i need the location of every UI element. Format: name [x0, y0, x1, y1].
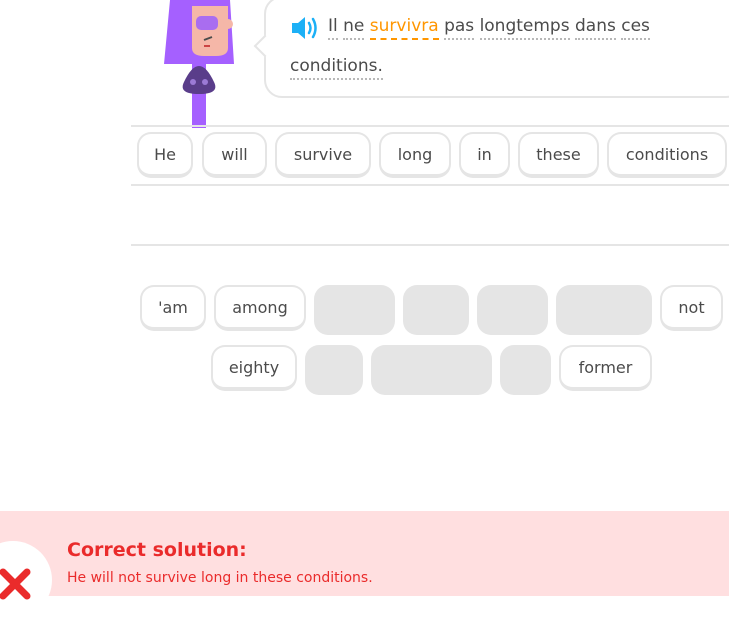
- word-bank-empty-slot: [314, 285, 395, 335]
- feedback-solution-text: He will not survive long in these condit…: [67, 570, 373, 586]
- answer-tile[interactable]: will: [202, 132, 267, 178]
- word-bank-empty-slot: [403, 285, 469, 335]
- word-bank-tile[interactable]: eighty: [211, 345, 297, 391]
- word-bank-empty-slot: [305, 345, 363, 395]
- bubble-tail: [253, 34, 277, 58]
- answer-tile[interactable]: He: [137, 132, 193, 178]
- prompt-sentence-line1: Il ne survivra pas longtemps dans ces: [328, 16, 650, 40]
- answer-tile[interactable]: long: [379, 132, 451, 178]
- prompt-word[interactable]: conditions.: [290, 56, 383, 80]
- word-bank-empty-slot: [371, 345, 492, 395]
- prompt-word[interactable]: longtemps: [479, 16, 570, 40]
- prompt-word[interactable]: ces: [621, 16, 650, 40]
- speaker-icon[interactable]: [290, 14, 320, 42]
- prompt-word[interactable]: dans: [575, 16, 616, 40]
- word-bank-empty-slot: [556, 285, 652, 335]
- word-bank-empty-slot: [500, 345, 551, 395]
- character-avatar: [160, 0, 240, 128]
- prompt-word[interactable]: pas: [444, 16, 475, 40]
- result-badge: [0, 541, 52, 619]
- feedback-title: Correct solution:: [67, 539, 247, 561]
- prompt-sentence-line2: conditions.: [290, 56, 383, 80]
- word-bank-tile[interactable]: not: [660, 285, 723, 331]
- answer-line-bottom: [131, 244, 729, 246]
- prompt-word-highlighted[interactable]: survivra: [369, 16, 439, 40]
- answer-line-middle: [131, 184, 729, 186]
- word-bank-tile[interactable]: among: [214, 285, 306, 331]
- prompt-word[interactable]: ne: [343, 16, 365, 40]
- word-bank-tile[interactable]: former: [559, 345, 652, 391]
- answer-tile[interactable]: conditions: [607, 132, 727, 178]
- word-bank-empty-slot: [477, 285, 548, 335]
- word-bank-tile[interactable]: 'am: [140, 285, 206, 331]
- answer-tile[interactable]: survive: [275, 132, 371, 178]
- answer-line-top: [131, 125, 729, 127]
- feedback-panel: Correct solution: He will not survive lo…: [0, 511, 729, 619]
- prompt-word[interactable]: Il: [328, 16, 338, 40]
- speech-bubble: Il ne survivra pas longtemps dans ces co…: [253, 0, 729, 98]
- answer-tile[interactable]: in: [459, 132, 510, 178]
- answer-tile[interactable]: these: [518, 132, 599, 178]
